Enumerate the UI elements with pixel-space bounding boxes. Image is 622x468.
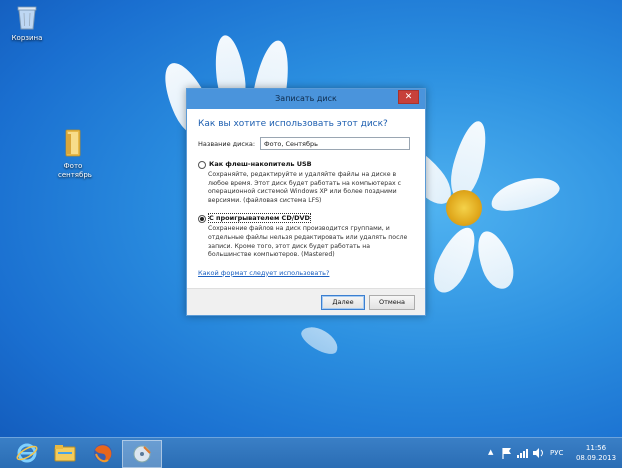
firefox-icon [94, 444, 112, 463]
cd-dvd-option-title[interactable]: С проигрывателем CD/DVD [208, 213, 311, 224]
language-indicator[interactable]: РУС [550, 449, 563, 457]
cd-dvd-option-description: Сохранение файлов на диск производится г… [208, 225, 408, 259]
close-button[interactable]: ✕ [398, 90, 419, 104]
taskbar-burn-disc[interactable] [122, 440, 162, 468]
desktop-icon-label: Фото сентябрь [58, 162, 92, 179]
disc-name-label: Название диска: [198, 139, 256, 148]
dialog-titlebar[interactable]: Записать диск ✕ [187, 89, 425, 109]
internet-explorer-icon [16, 443, 38, 463]
dialog-footer: Далее Отмена [187, 288, 425, 315]
desktop-icon-label: Корзина [11, 34, 43, 42]
disc-name-input[interactable] [260, 137, 410, 150]
dialog-body: Как вы хотите использовать этот диск? На… [187, 109, 425, 303]
dialog-title: Записать диск [275, 94, 337, 103]
taskbar-firefox[interactable] [84, 440, 122, 466]
close-icon: ✕ [404, 92, 413, 102]
recycle-bin-icon [17, 6, 37, 30]
format-help-link[interactable]: Какой формат следует использовать? [198, 269, 329, 277]
taskbar-internet-explorer[interactable] [8, 440, 46, 466]
show-hidden-icons-icon[interactable]: ▲ [488, 448, 493, 456]
burn-disc-icon [133, 445, 151, 463]
taskbar: ▲ РУС 11:56 08.09.2013 [0, 437, 622, 468]
cd-dvd-radio[interactable] [198, 215, 206, 224]
option-cd-dvd[interactable]: С проигрывателем CD/DVD [198, 213, 415, 224]
file-explorer-icon [54, 445, 76, 462]
clock[interactable]: 11:56 08.09.2013 [574, 443, 618, 463]
system-tray: ▲ РУС 11:56 08.09.2013 [482, 438, 622, 468]
disc-name-row: Название диска: [198, 137, 415, 150]
network-icon[interactable] [516, 447, 528, 459]
folder-icon [65, 129, 81, 157]
burn-disc-dialog: Записать диск ✕ Как вы хотите использова… [186, 88, 426, 316]
cancel-button[interactable]: Отмена [369, 295, 415, 310]
usb-option-title[interactable]: Как флеш-накопитель USB [209, 160, 312, 168]
volume-icon[interactable] [532, 447, 544, 459]
action-center-flag-icon[interactable] [502, 447, 512, 459]
clock-date: 08.09.2013 [575, 454, 617, 462]
dialog-heading: Как вы хотите использовать этот диск? [198, 119, 388, 129]
usb-option-description: Сохраняйте, редактируйте и удаляйте файл… [208, 171, 402, 204]
next-button[interactable]: Далее [321, 295, 365, 310]
clock-time: 11:56 [585, 444, 607, 452]
usb-radio[interactable] [198, 161, 206, 169]
taskbar-file-explorer[interactable] [46, 440, 84, 466]
desktop-icon-folder[interactable]: Фото сентябрь [46, 128, 100, 180]
option-usb[interactable]: Как флеш-накопитель USB [198, 160, 415, 169]
desktop-icon-recycle-bin[interactable]: Корзина [0, 4, 54, 43]
